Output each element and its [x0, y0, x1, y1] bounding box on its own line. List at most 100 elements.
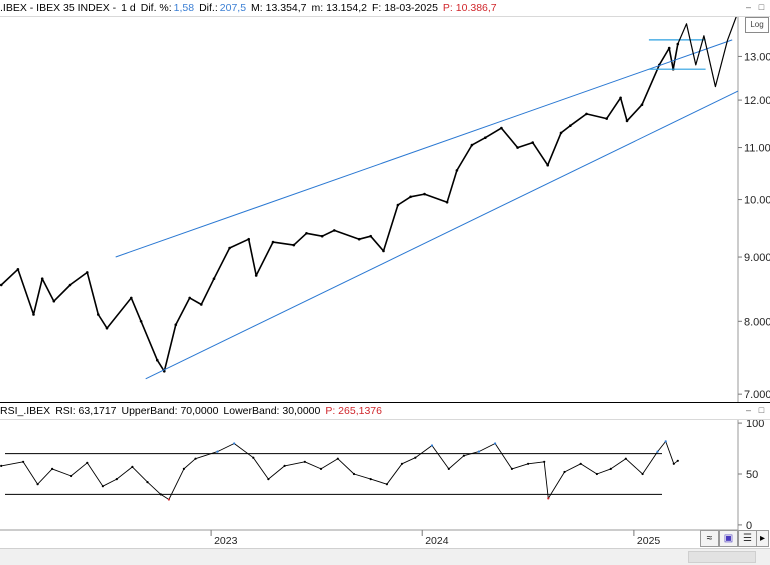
rsi-point [115, 478, 118, 481]
price-point [105, 326, 109, 330]
rsi-y-tick-label: 50 [746, 469, 758, 481]
scrollbar-thumb[interactable] [688, 551, 756, 563]
x-tick-label: 2025 [637, 535, 661, 547]
price-y-tick-label: 10.000 [744, 195, 770, 207]
price-point [40, 277, 44, 281]
rsi-bands [5, 453, 662, 495]
price-point [396, 203, 400, 207]
rsi-point [664, 440, 667, 443]
price-point [174, 323, 178, 327]
rsi-point [430, 444, 434, 447]
rsi-point [303, 460, 306, 463]
zoom-fit-icon[interactable]: ≈ [700, 530, 719, 547]
rsi-point [510, 467, 513, 470]
price-point [200, 303, 203, 306]
price-point [369, 234, 373, 238]
price-point [333, 229, 336, 232]
rsi-point [86, 461, 89, 464]
price-point [320, 234, 324, 238]
minimize-icon[interactable]: – [744, 3, 753, 12]
rsi-point [131, 465, 134, 468]
rsi-point [0, 464, 3, 467]
rsi-point [624, 457, 627, 460]
price-point [619, 96, 622, 100]
rsi-point [676, 459, 679, 462]
price-point [188, 296, 191, 300]
price-plot-background [0, 0, 770, 402]
rsi-point [595, 472, 599, 476]
log-scale-button[interactable]: Log [745, 17, 769, 33]
rsi-point [70, 474, 73, 478]
rsi-point [477, 450, 480, 453]
price-point [86, 271, 89, 274]
header-last: P: 10.386,7 [442, 2, 497, 14]
price-point [470, 143, 474, 147]
rsi-point [385, 483, 388, 486]
rsi-point [182, 467, 185, 470]
rsi-point [579, 462, 582, 465]
horizontal-scrollbar[interactable] [0, 548, 770, 565]
price-point [68, 283, 72, 287]
maximize-icon[interactable]: □ [757, 3, 766, 12]
rsi-point [252, 456, 255, 459]
header-symbol: .IBEX - IBEX 35 INDEX - [0, 2, 117, 14]
scroll-right-icon[interactable]: ▸ [756, 530, 769, 547]
rsi-point [216, 450, 219, 453]
price-point [531, 141, 534, 144]
price-point [52, 299, 56, 303]
price-y-tick-label: 9.000 [744, 252, 770, 264]
header-dif-pct-value: 1,58 [173, 2, 195, 14]
rsi-point [159, 493, 162, 496]
price-y-tick-label: 11.000 [744, 143, 770, 155]
price-point [516, 146, 519, 149]
rsi-point [672, 462, 675, 465]
header-date: F: 18-03-2025 [371, 2, 438, 14]
rsi-point [447, 467, 450, 470]
rsi-point [336, 457, 339, 460]
rsi-series-group [0, 440, 679, 501]
header-dif-pct-label: Dif. %: [140, 2, 172, 14]
rsi-point [267, 478, 270, 481]
rsi-point [494, 442, 497, 445]
rsi-maximize-icon[interactable]: □ [757, 406, 766, 415]
price-point [625, 119, 629, 123]
price-point [156, 358, 159, 362]
rsi-point [36, 483, 39, 486]
rsi-header-last: P: 265,1376 [325, 405, 382, 417]
price-point [212, 277, 216, 281]
rsi-point [563, 470, 566, 474]
header-dif-value: 207,5 [219, 2, 247, 14]
rsi-point [527, 462, 530, 465]
price-point [569, 124, 572, 127]
price-point [0, 283, 3, 287]
rsi-point [51, 467, 54, 470]
rsi-point [547, 497, 550, 500]
rsi-header-upper: UpperBand: 70,0000 [121, 405, 219, 417]
header-max: M: 13.354,7 [251, 2, 307, 14]
price-point [585, 112, 588, 116]
price-y-tick-label: 7.000 [744, 389, 770, 401]
rsi-header-value: RSI: 63,1717 [55, 405, 117, 417]
rsi-minimize-icon[interactable]: – [744, 406, 753, 415]
x-tick-label: 2023 [214, 535, 238, 547]
price-point [559, 131, 563, 135]
rsi-header-lower: LowerBand: 30,0000 [223, 405, 321, 417]
rsi-header-name: RSI_.IBEX [0, 405, 51, 417]
price-y-tick-label: 8.000 [744, 316, 770, 328]
rsi-point [22, 460, 25, 463]
price-point [16, 268, 20, 271]
rsi-point [656, 450, 659, 453]
rsi-chart-header: RSI_.IBEX RSI: 63,1717 UpperBand: 70,0000 L… [0, 402, 770, 420]
price-point [305, 232, 308, 235]
price-chart: 7.000 8.000 9.000 10.000 11.000 12.000 13.000 [0, 0, 770, 402]
rsi-point [641, 472, 644, 476]
rsi-point [101, 485, 104, 488]
price-point [247, 237, 250, 241]
rsi-point [319, 467, 323, 470]
price-point [640, 103, 644, 106]
price-point [97, 313, 100, 316]
save-icon[interactable]: ▣ [719, 530, 738, 547]
settings-icon[interactable]: ☰ [738, 530, 757, 547]
rsi-point [233, 442, 236, 445]
header-dif-label: Dif.: [199, 2, 218, 14]
